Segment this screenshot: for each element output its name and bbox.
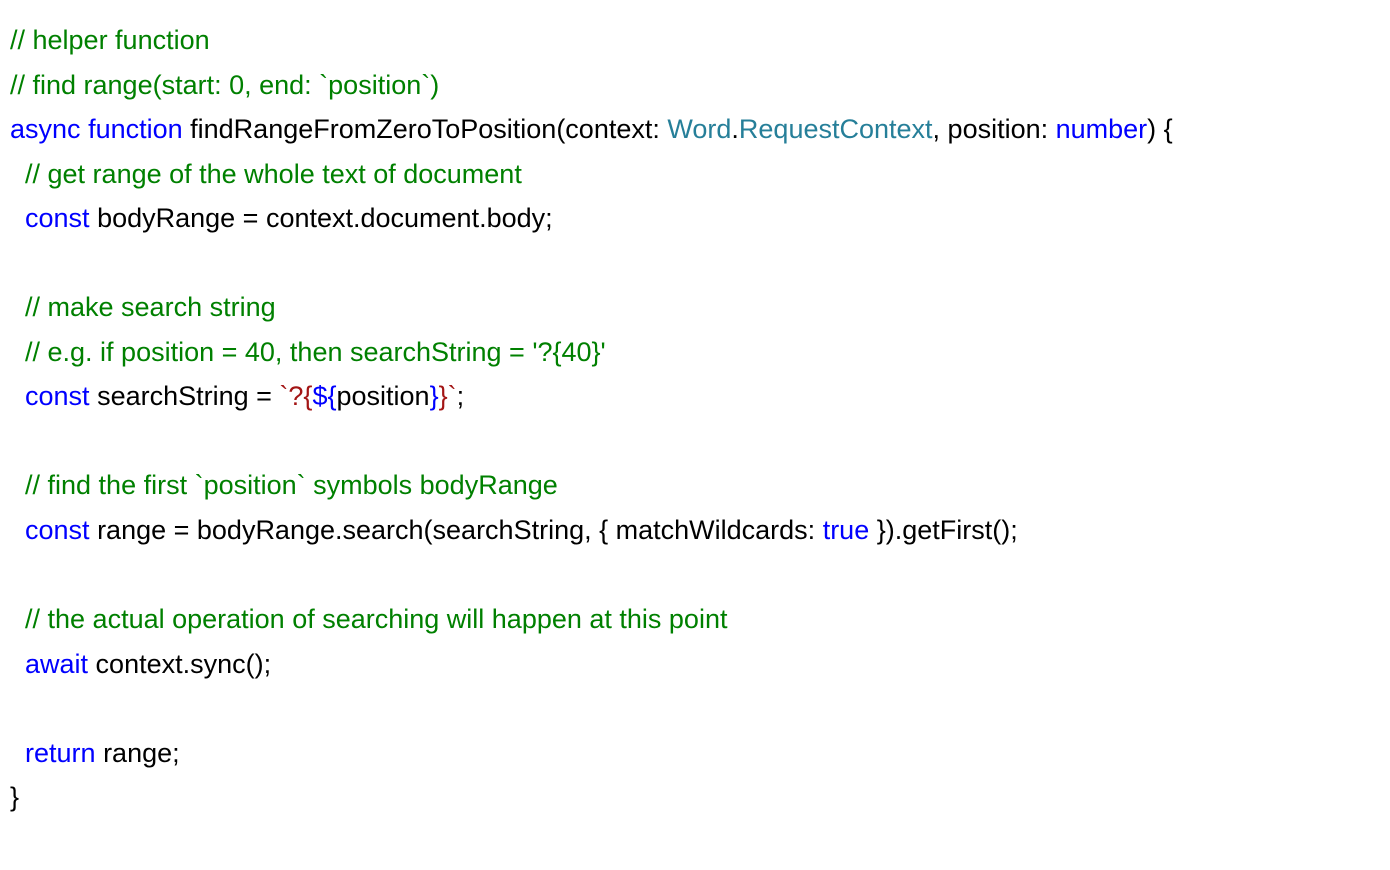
code-text: }).getFirst();	[869, 515, 1018, 545]
code-text: context.sync();	[88, 649, 271, 679]
code-block: // helper function // find range(start: …	[10, 18, 1380, 820]
string: `?{	[279, 381, 312, 411]
comment: // get range of the whole text of docume…	[10, 159, 522, 189]
comment: // helper function	[10, 25, 210, 55]
code-text: bodyRange = context.document.body;	[90, 203, 553, 233]
kw-await: await	[10, 649, 88, 679]
code-text: ) {	[1147, 114, 1173, 144]
interp-open: ${	[312, 381, 336, 411]
code-text: ;	[457, 381, 465, 411]
code-text: searchString =	[90, 381, 280, 411]
type-requestcontext: RequestContext	[739, 114, 933, 144]
code-text: , position:	[933, 114, 1056, 144]
comment: // e.g. if position = 40, then searchStr…	[10, 337, 606, 367]
string: }`	[439, 381, 457, 411]
interp-close: }	[430, 381, 439, 411]
kw-const: const	[10, 515, 90, 545]
code-text: range;	[96, 738, 180, 768]
kw-true: true	[823, 515, 870, 545]
type-word: Word	[667, 114, 731, 144]
kw-const: const	[10, 203, 90, 233]
type-number: number	[1056, 114, 1148, 144]
comment: // make search string	[10, 292, 276, 322]
kw-async: async	[10, 114, 81, 144]
comment: // the actual operation of searching wil…	[10, 604, 727, 634]
comment: // find the first `position` symbols bod…	[10, 470, 558, 500]
code-text: findRangeFromZeroToPosition(context:	[183, 114, 668, 144]
interp-body: position	[336, 381, 429, 411]
code-text: range = bodyRange.search(searchString, {…	[90, 515, 823, 545]
close-brace: }	[10, 782, 19, 812]
kw-function: function	[88, 114, 183, 144]
code-text: .	[731, 114, 739, 144]
kw-const: const	[10, 381, 90, 411]
kw-return: return	[10, 738, 96, 768]
comment: // find range(start: 0, end: `position`)	[10, 70, 439, 100]
